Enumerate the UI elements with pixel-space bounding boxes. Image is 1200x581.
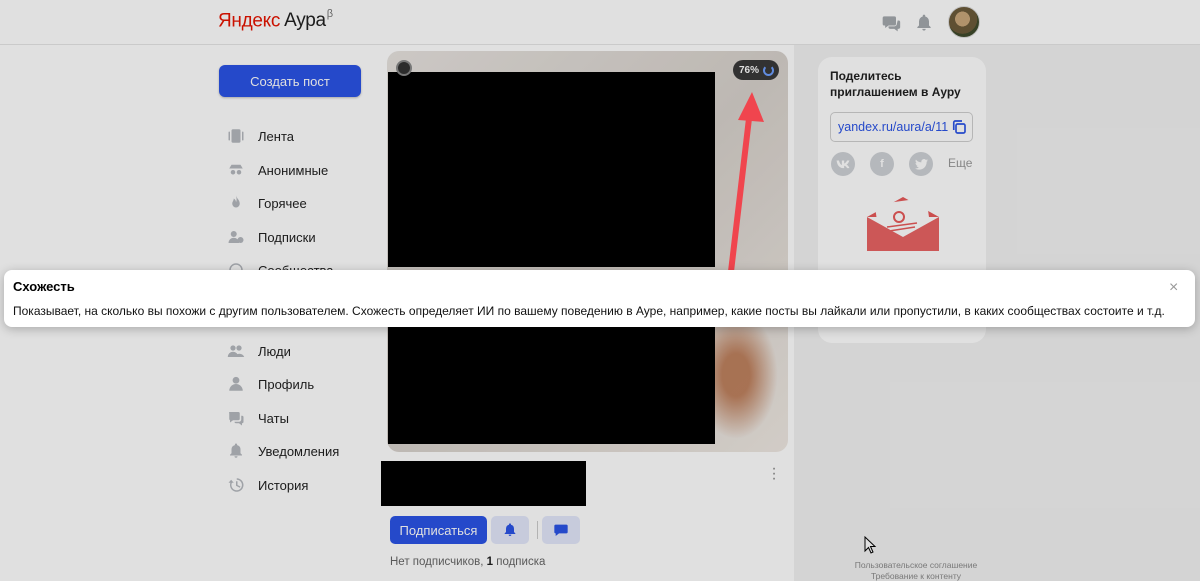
sidebar-item-label: Анонимные bbox=[258, 162, 329, 178]
sidebar-item-label: Лента bbox=[258, 128, 294, 144]
logo[interactable]: Яндекс Аураβ bbox=[218, 8, 333, 32]
user-agreement-link[interactable]: Пользовательское соглашение bbox=[826, 560, 1006, 571]
subscriptions-icon bbox=[228, 231, 244, 243]
twitter-icon bbox=[914, 158, 928, 170]
create-post-button[interactable]: Создать пост bbox=[219, 65, 361, 97]
subscriptions-text: подписка bbox=[493, 556, 546, 568]
profile-icon bbox=[229, 376, 243, 391]
redacted-block bbox=[388, 327, 715, 444]
envelope-illustration bbox=[867, 197, 939, 251]
similarity-tooltip: Схожесть Показывает, на сколько вы похож… bbox=[4, 270, 1195, 327]
sidebar-item-people[interactable]: Люди bbox=[227, 340, 291, 362]
tooltip-title: Схожесть bbox=[13, 279, 75, 294]
sidebar-item-chats[interactable]: Чаты bbox=[227, 407, 289, 429]
sidebar-item-subscriptions[interactable]: Подписки bbox=[227, 226, 316, 248]
redacted-block bbox=[388, 72, 715, 267]
message-icon bbox=[554, 524, 568, 536]
logo-beta: β bbox=[326, 8, 333, 20]
fire-icon bbox=[232, 195, 240, 208]
facebook-share-button[interactable]: f bbox=[870, 152, 894, 176]
vk-share-button[interactable] bbox=[831, 152, 855, 176]
divider bbox=[537, 521, 538, 539]
bell-icon bbox=[504, 523, 516, 536]
people-icon bbox=[227, 345, 245, 357]
similarity-badge[interactable]: 76% bbox=[733, 60, 779, 80]
similarity-ring-icon bbox=[763, 64, 775, 76]
twitter-share-button[interactable] bbox=[909, 152, 933, 176]
notifications-icon bbox=[230, 443, 242, 458]
more-options-icon[interactable]: · · · bbox=[768, 461, 780, 487]
close-icon[interactable]: × bbox=[1169, 280, 1178, 296]
vk-icon bbox=[836, 160, 850, 169]
sidebar-item-label: Чаты bbox=[258, 410, 289, 426]
sidebar-item-anonymous[interactable]: Анонимные bbox=[227, 159, 328, 181]
similarity-value: 76% bbox=[739, 64, 760, 76]
sidebar-item-label: Горячее bbox=[258, 195, 307, 211]
redacted-author-name bbox=[381, 461, 586, 506]
invite-title: Поделитесь приглашением в Ауру bbox=[830, 69, 961, 99]
facebook-icon: f bbox=[880, 158, 884, 170]
content-rules-link[interactable]: Требование к контенту bbox=[826, 571, 1006, 581]
sidebar-item-notifications[interactable]: Уведомления bbox=[227, 440, 339, 462]
logo-product: Аура bbox=[284, 10, 326, 32]
sidebar-item-profile[interactable]: Профиль bbox=[227, 373, 314, 395]
sidebar-item-label: История bbox=[258, 477, 309, 493]
sidebar-item-label: Профиль bbox=[258, 376, 315, 392]
post-author-avatar[interactable] bbox=[396, 60, 412, 76]
feed-icon bbox=[228, 129, 244, 143]
annotation-arrow-icon bbox=[727, 92, 764, 283]
sidebar-item-history[interactable]: История bbox=[227, 474, 308, 496]
subscribers-info: Нет подписчиков, 1 подписка bbox=[390, 556, 545, 568]
anonymous-icon bbox=[229, 164, 243, 175]
sidebar-item-label: Люди bbox=[258, 343, 291, 359]
subscribe-button[interactable]: Подписаться bbox=[390, 516, 487, 544]
chat-icon[interactable] bbox=[881, 13, 901, 33]
chats-icon bbox=[229, 412, 244, 426]
copy-icon[interactable] bbox=[950, 118, 968, 136]
sidebar-item-label: Уведомления bbox=[258, 443, 340, 459]
logo-brand: Яндекс bbox=[218, 10, 281, 32]
user-avatar[interactable] bbox=[948, 6, 980, 38]
message-button[interactable] bbox=[542, 516, 580, 544]
history-icon bbox=[228, 478, 244, 492]
more-share-link[interactable]: Еще bbox=[948, 156, 972, 170]
top-header: Яндекс Аураβ bbox=[0, 0, 1200, 45]
footer-links: Пользовательское соглашение Требование к… bbox=[826, 560, 1006, 581]
subscribers-text: Нет подписчиков, bbox=[390, 556, 487, 568]
notify-button[interactable] bbox=[491, 516, 529, 544]
sidebar-item-feed[interactable]: Лента bbox=[227, 125, 294, 147]
tooltip-text: Показывает, на сколько вы похожи с други… bbox=[13, 304, 1165, 318]
bell-icon[interactable] bbox=[914, 13, 934, 33]
sidebar-item-label: Подписки bbox=[258, 229, 316, 245]
mouse-cursor-icon bbox=[864, 536, 877, 554]
sidebar-item-hot[interactable]: Горячее bbox=[227, 192, 307, 214]
